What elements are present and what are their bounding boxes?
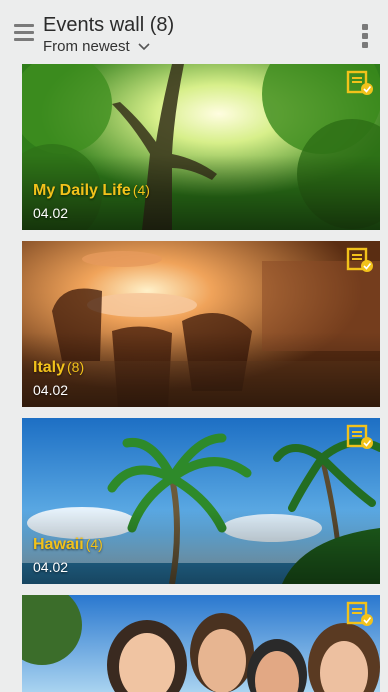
note-check-icon[interactable] [346,70,374,96]
page-title: Events wall (8) [43,14,175,36]
event-cover-image [22,595,380,692]
event-title: My Daily Life (4) [33,182,150,200]
event-count: (4) [85,536,103,552]
event-date: 04.02 [33,205,69,221]
event-title: Italy (8) [33,359,84,377]
event-date: 04.02 [33,559,69,575]
note-check-icon[interactable] [346,601,374,627]
event-cover-image [22,64,380,230]
event-card[interactable]: My Daily Life (4) 04.02 [22,64,380,230]
event-name: My Daily Life [33,182,131,199]
event-name: Italy [33,359,66,376]
event-cover-image [22,418,380,584]
sort-dropdown[interactable]: From newest [43,38,150,55]
event-date: 04.02 [33,382,69,398]
sort-label: From newest [43,38,130,55]
event-cover-image [22,241,380,407]
note-check-icon[interactable] [346,247,374,273]
hamburger-icon[interactable] [14,24,36,44]
event-name: Hawaii [33,536,84,553]
event-title: Hawaii (4) [33,536,103,554]
note-check-icon[interactable] [346,424,374,450]
event-count: (4) [132,182,150,198]
event-card[interactable]: Hawaii (4) 04.02 [22,418,380,584]
app-bar: Events wall (8) From newest [0,0,388,62]
event-card[interactable]: Italy (8) 04.02 [22,241,380,407]
overflow-menu-icon[interactable] [362,24,370,48]
event-count: (8) [67,359,85,375]
chevron-down-icon [138,42,150,50]
event-card[interactable] [22,595,380,692]
